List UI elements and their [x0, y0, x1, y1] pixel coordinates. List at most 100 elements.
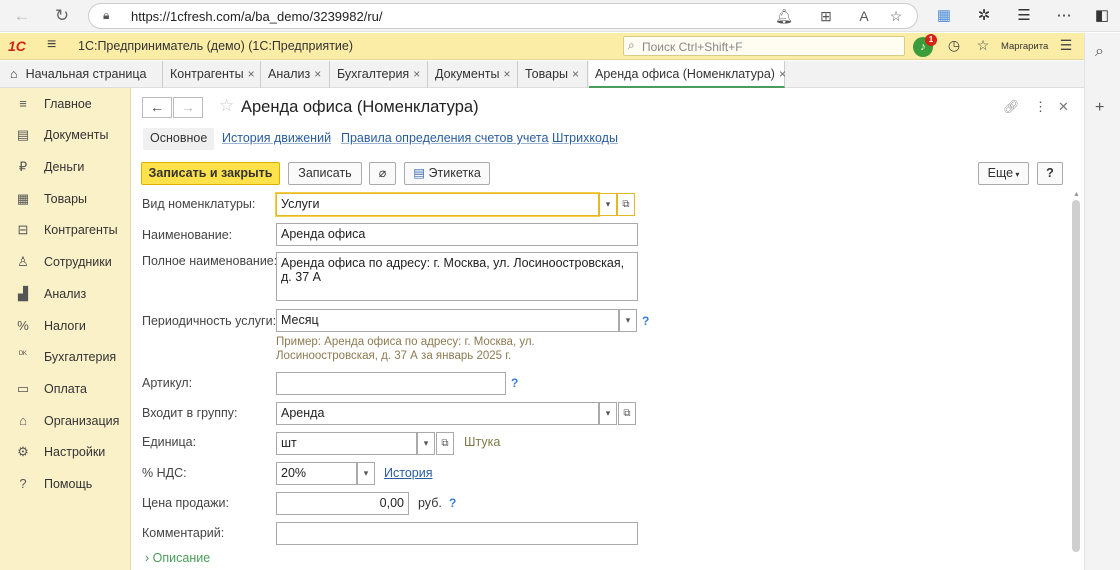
period-help-icon[interactable]: ? — [642, 314, 649, 328]
more-dots-icon[interactable]: ⋯ — [1054, 6, 1074, 26]
sections-sidebar: ≡ Главное ▤ Документы ₽ Деньги ▦ Товары ⊟ Кон… — [0, 88, 131, 570]
back-arrow-button[interactable]: ← — [142, 97, 172, 118]
close-icon[interactable]: ✕ — [1058, 99, 1069, 115]
documents-icon: ▤ — [16, 127, 30, 142]
unit-full-name: Штука — [464, 435, 501, 449]
sidebar-item-taxes[interactable]: % Налоги — [0, 315, 131, 339]
print-label-button[interactable]: ▤ Этикетка — [404, 162, 490, 185]
chevron-down-icon: ▾ — [1013, 170, 1020, 179]
tab-close-icon[interactable]: × — [314, 67, 321, 81]
user-name[interactable]: Маргарита — [1001, 41, 1048, 52]
home-icon: ⌂ — [10, 67, 18, 81]
app-grid-icon[interactable]: ⊞ — [817, 8, 835, 25]
back-arrow-icon[interactable]: ← — [12, 6, 32, 26]
vat-dropdown-chevron-icon[interactable]: ▾ — [357, 462, 375, 485]
extension-tiles-icon[interactable]: ▦ — [934, 6, 954, 26]
vat-history-link[interactable]: История — [384, 466, 432, 480]
unit-open-icon[interactable]: ⧉ — [436, 432, 454, 455]
attachment-paperclip-icon[interactable]: ⌀ — [369, 162, 396, 185]
sidebar-item-payment[interactable]: ▭ Оплата — [0, 378, 131, 402]
group-select[interactable]: Аренда — [276, 402, 599, 425]
kind-select[interactable]: Услуги — [276, 193, 599, 216]
tab-analysis[interactable]: Анализ × — [262, 61, 330, 88]
main-menu-icon: ≡ — [19, 96, 27, 111]
bell-outline-icon[interactable]: 🔔︎ — [775, 8, 793, 25]
sidebar-item-goods[interactable]: ▦ Товары — [0, 188, 131, 212]
sidebar-item-money[interactable]: ₽ Деньги — [0, 156, 131, 180]
tab-documents[interactable]: Документы × — [429, 61, 518, 88]
extensions-puzzle-icon[interactable]: ✲ — [974, 6, 994, 26]
period-dropdown-chevron-icon[interactable]: ▾ — [619, 309, 637, 332]
tab-contractors[interactable]: Контрагенты × — [164, 61, 261, 88]
kind-dropdown-chevron-icon[interactable]: ▾ — [599, 193, 617, 216]
tab-close-icon[interactable]: × — [413, 67, 420, 81]
side-add-icon[interactable]: + — [1095, 99, 1104, 117]
comment-input[interactable] — [276, 522, 638, 545]
kind-open-icon[interactable]: ⧉ — [617, 193, 635, 216]
save-and-close-button[interactable]: Записать и закрыть — [141, 162, 280, 185]
subtab-main[interactable]: Основное — [143, 128, 215, 150]
subtab-barcodes[interactable]: Штрихкоды — [552, 128, 618, 150]
link-icon[interactable]: 🔗︎ — [1003, 99, 1020, 115]
form-scrollbar[interactable] — [1072, 200, 1080, 552]
address-bar[interactable]: 🔒︎ https://1cfresh.com/a/ba_demo/3239982… — [88, 3, 918, 29]
menu-burger-icon[interactable]: ≡ — [47, 36, 56, 54]
tab-close-icon[interactable]: × — [248, 67, 255, 81]
tab-home[interactable]: ⌂ Начальная страница — [0, 61, 163, 88]
app-logo: 1С — [8, 38, 26, 54]
article-help-icon[interactable]: ? — [511, 376, 518, 390]
sidebar-item-help[interactable]: ? Помощь — [0, 473, 131, 497]
tab-close-icon[interactable]: × — [779, 67, 786, 81]
history-clock-icon[interactable]: ◷ — [945, 37, 963, 54]
sidebar-item-analysis[interactable]: ▟ Анализ — [0, 283, 131, 307]
price-help-icon[interactable]: ? — [449, 496, 456, 510]
sidebar-toggle-icon[interactable]: ◧ — [1092, 6, 1112, 26]
fullname-textarea[interactable]: Аренда офиса по адресу: г. Москва, ул. Л… — [276, 252, 638, 301]
name-input[interactable]: Аренда офиса — [276, 223, 638, 246]
person-icon: ♙ — [17, 254, 29, 269]
side-search-icon[interactable]: ⌕ — [1095, 43, 1104, 61]
read-aloud-icon[interactable]: A — [855, 8, 873, 24]
tab-close-icon[interactable]: × — [503, 67, 510, 81]
unit-dropdown-chevron-icon[interactable]: ▾ — [417, 432, 435, 455]
goods-icon: ▦ — [16, 191, 30, 206]
description-toggle[interactable]: › Описание — [145, 551, 210, 565]
period-select[interactable]: Месяц — [276, 309, 619, 332]
printer-icon: ▤ — [413, 166, 429, 180]
group-dropdown-chevron-icon[interactable]: ▾ — [599, 402, 617, 425]
tab-goods[interactable]: Товары × — [519, 61, 588, 88]
scroll-up-arrow-icon[interactable]: ▲ — [1073, 191, 1080, 198]
fullname-label: Полное наименование: — [142, 254, 278, 268]
save-button[interactable]: Записать — [288, 162, 362, 185]
sidebar-item-contractors[interactable]: ⊟ Контрагенты — [0, 219, 131, 243]
tab-accounting[interactable]: Бухгалтерия × — [331, 61, 428, 88]
unit-select[interactable]: шт — [276, 432, 417, 455]
tab-close-icon[interactable]: × — [572, 67, 579, 81]
price-input[interactable]: 0,00 — [276, 492, 409, 515]
sidebar-item-employees[interactable]: ♙ Сотрудники — [0, 251, 131, 275]
refresh-icon[interactable]: ↻ — [52, 6, 72, 26]
favorite-star-icon[interactable]: ☆ — [219, 96, 234, 116]
sidebar-item-main[interactable]: ≡ Главное — [0, 93, 131, 117]
more-vertical-icon[interactable]: ⋮ — [1034, 99, 1047, 115]
subtab-account-rules[interactable]: Правила определения счетов учета — [341, 128, 548, 150]
sidebar-item-documents[interactable]: ▤ Документы — [0, 124, 131, 148]
more-actions-button[interactable]: Еще ▾ — [978, 162, 1029, 185]
sidebar-item-organization[interactable]: ⌂ Организация — [0, 410, 131, 434]
subtab-history[interactable]: История движений — [222, 128, 331, 150]
sidebar-item-settings[interactable]: ⚙ Настройки — [0, 441, 131, 465]
forward-arrow-button[interactable]: → — [173, 97, 203, 118]
favorites-star-icon[interactable]: ☆ — [974, 37, 992, 54]
favorite-star-icon[interactable]: ☆ — [887, 8, 905, 25]
period-example-hint: Пример: Аренда офиса по адресу: г. Москв… — [276, 336, 535, 362]
help-button[interactable]: ? — [1037, 162, 1063, 185]
article-input[interactable] — [276, 372, 506, 395]
kind-label: Вид номенклатуры: — [142, 197, 256, 211]
tab-office-rent[interactable]: Аренда офиса (Номенклатура) × — [589, 61, 786, 88]
favorites-list-icon[interactable]: ☰ — [1014, 6, 1034, 26]
vat-select[interactable]: 20% — [276, 462, 357, 485]
sidebar-item-accounting[interactable]: ᴰᴷ Бухгалтерия — [0, 346, 131, 370]
settings-lines-icon[interactable]: ☰ — [1057, 37, 1075, 54]
group-open-icon[interactable]: ⧉ — [618, 402, 636, 425]
global-search-input[interactable]: ⌕ Поиск Ctrl+Shift+F — [623, 36, 905, 56]
